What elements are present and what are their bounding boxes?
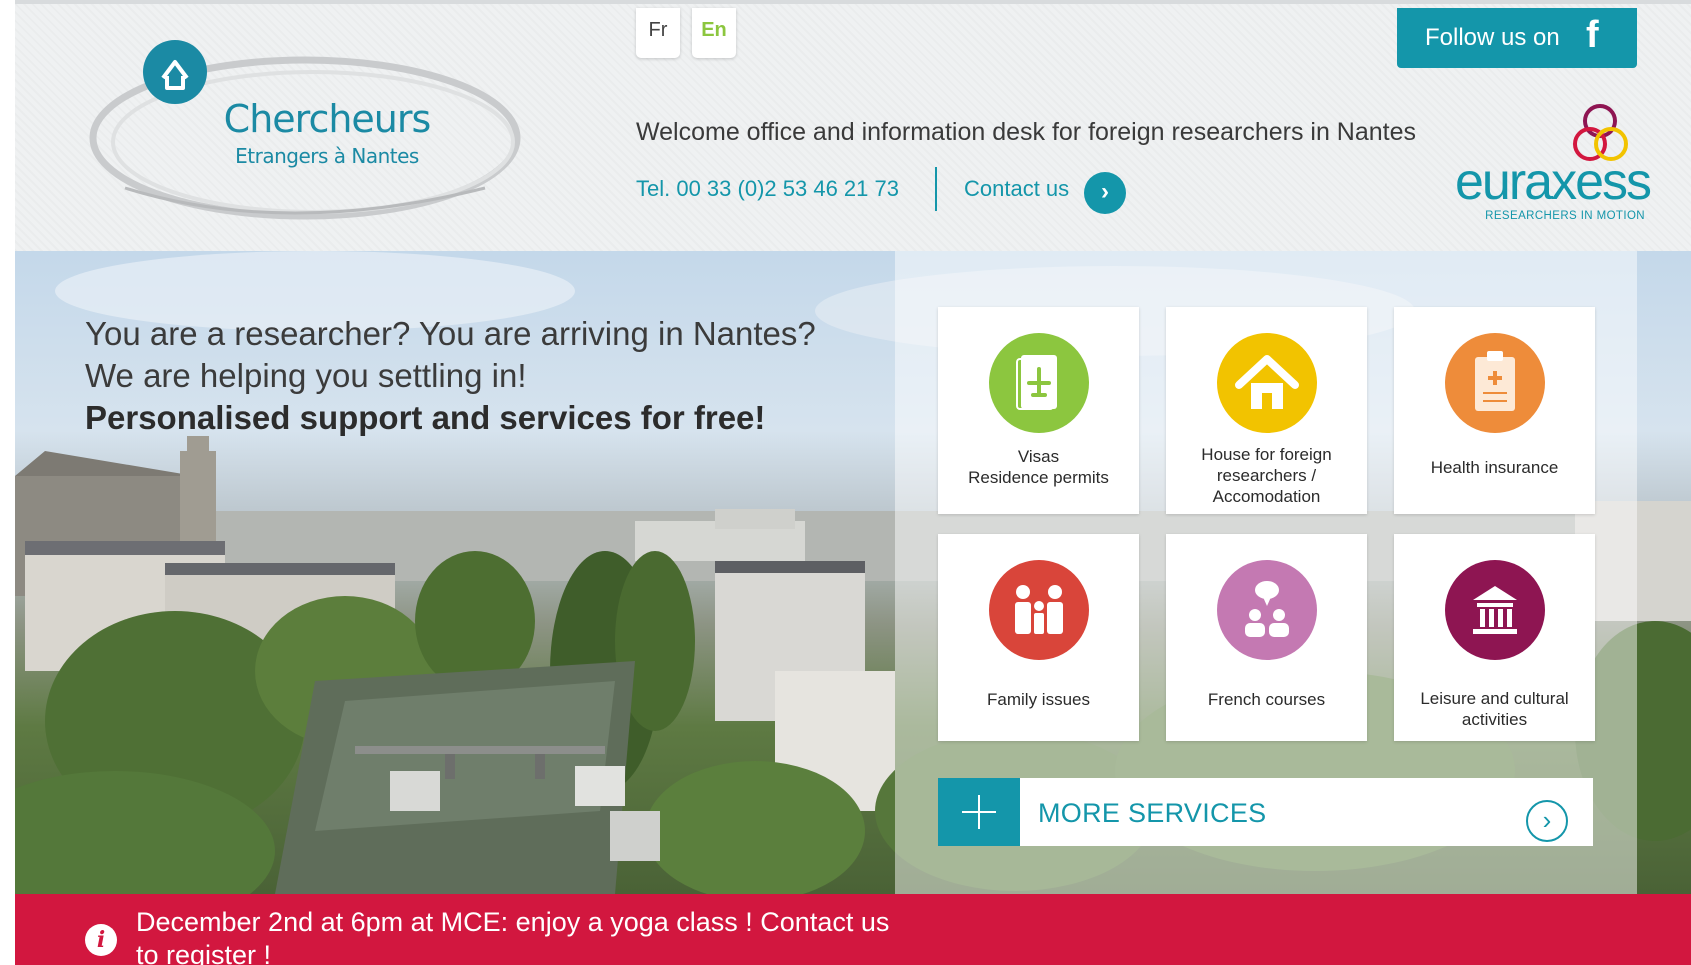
hero-line-1: You are a researcher? You are arriving i… (85, 315, 816, 352)
header-divider (935, 167, 937, 211)
chevron-right-icon: › (1084, 172, 1126, 214)
header-tagline: Welcome office and information desk for … (636, 118, 1417, 146)
facebook-icon: f (1586, 14, 1599, 56)
logo-subtitle: Etrangers à Nantes (235, 144, 419, 168)
hero-intro: You are a researcher? You are arriving i… (85, 313, 845, 439)
clipboard-medical-icon (1445, 333, 1545, 433)
contact-us-label: Contact us (964, 176, 1070, 201)
service-tile-family[interactable]: Family issues (938, 534, 1139, 741)
logo-title: Chercheurs (223, 97, 432, 141)
service-label: French courses (1207, 690, 1326, 709)
service-label: Visas Residence permits (968, 447, 1109, 487)
chevron-right-circle-icon: › (1526, 800, 1568, 842)
language-fr-button[interactable]: Fr (636, 8, 680, 58)
announcement-text[interactable]: December 2nd at 6pm at MCE: enjoy a yoga… (136, 906, 916, 965)
service-tile-health[interactable]: Health insurance (1394, 307, 1595, 514)
more-services-label: MORE SERVICES (1038, 798, 1267, 828)
service-label: Health insurance (1430, 458, 1559, 477)
hero-banner: You are a researcher? You are arriving i… (15, 251, 1691, 894)
hero-line-3: Personalised support and services for fr… (85, 399, 766, 436)
more-services-button[interactable]: MORE SERVICES › (938, 778, 1593, 846)
speech-people-icon (1217, 560, 1317, 660)
site-header: Chercheurs Etrangers à Nantes Fr En Foll… (15, 0, 1691, 251)
service-tile-leisure[interactable]: Leisure and cultural activities (1394, 534, 1595, 741)
service-tile-housing[interactable]: House for foreign researchers / Accomoda… (1166, 307, 1367, 514)
page-frame: Chercheurs Etrangers à Nantes Fr En Foll… (15, 0, 1691, 965)
plus-icon (938, 778, 1020, 846)
announcement-bar: i December 2nd at 6pm at MCE: enjoy a yo… (15, 894, 1691, 965)
museum-icon (1445, 560, 1545, 660)
house-icon (1217, 333, 1317, 433)
service-label: House for foreign researchers / Accomoda… (1201, 445, 1332, 506)
language-en-button[interactable]: En (692, 8, 736, 58)
service-tile-visas[interactable]: Visas Residence permits (938, 307, 1139, 514)
family-icon (989, 560, 1089, 660)
phone-number[interactable]: Tel. 00 33 (0)2 53 46 21 73 (636, 176, 899, 202)
euraxess-logo[interactable]: euraxess RESEARCHERS IN MOTION (1455, 104, 1652, 228)
service-label: Family issues (987, 690, 1090, 709)
service-tile-french-courses[interactable]: French courses (1166, 534, 1367, 741)
service-label: Leisure and cultural activities (1420, 689, 1569, 729)
follow-facebook-button[interactable]: Follow us on f (1397, 8, 1637, 68)
passport-icon (989, 333, 1089, 433)
site-logo[interactable]: Chercheurs Etrangers à Nantes (85, 38, 535, 224)
euraxess-wordmark: euraxess (1455, 153, 1652, 211)
euraxess-tagline: RESEARCHERS IN MOTION (1485, 210, 1645, 222)
follow-label: Follow us on (1425, 24, 1560, 51)
info-icon: i (85, 924, 117, 956)
hero-line-2: We are helping you settling in! (85, 357, 527, 394)
